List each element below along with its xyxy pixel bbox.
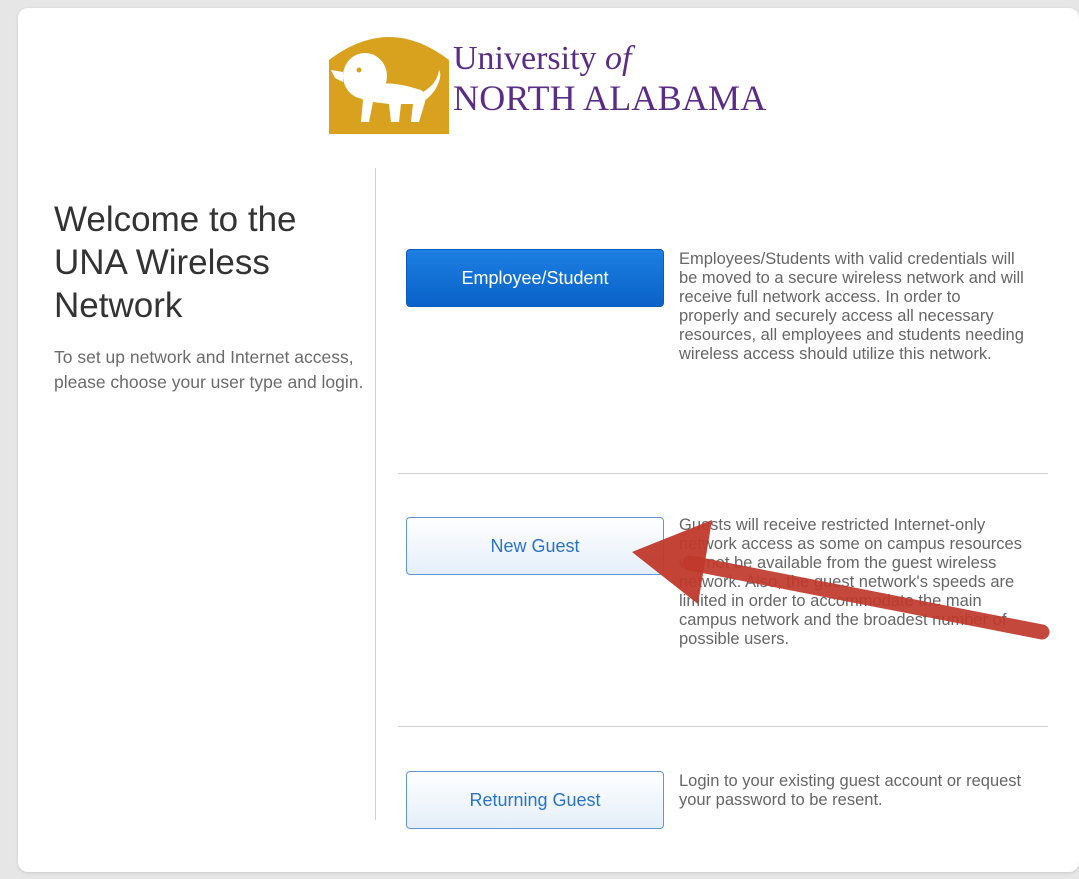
returning-guest-description: Login to your existing guest account or …	[679, 772, 1022, 809]
vertical-divider	[375, 168, 376, 820]
login-card: University of NORTH ALABAMA Welcome to t…	[18, 8, 1079, 872]
employee-student-description: Employees/Students with valid credential…	[679, 250, 1024, 363]
welcome-heading: Welcome to the UNA Wireless Network	[54, 200, 297, 325]
lion-icon	[329, 37, 449, 134]
logo-north-alabama-text: NORTH ALABAMA	[453, 78, 767, 118]
una-logo: University of NORTH ALABAMA	[329, 26, 779, 136]
returning-guest-button[interactable]: Returning Guest	[406, 771, 664, 829]
option-divider	[398, 726, 1048, 727]
option-divider	[398, 473, 1048, 474]
welcome-panel: Welcome to the UNA Wireless Network To s…	[54, 198, 364, 395]
logo-university-text: University	[453, 40, 606, 77]
logo-of-text: of	[605, 40, 632, 77]
welcome-intro-text: To set up network and Internet access, p…	[54, 347, 364, 392]
new-guest-button[interactable]: New Guest	[406, 517, 664, 575]
employee-student-button[interactable]: Employee/Student	[406, 249, 664, 307]
new-guest-description: Guests will receive restricted Internet-…	[679, 516, 1022, 648]
